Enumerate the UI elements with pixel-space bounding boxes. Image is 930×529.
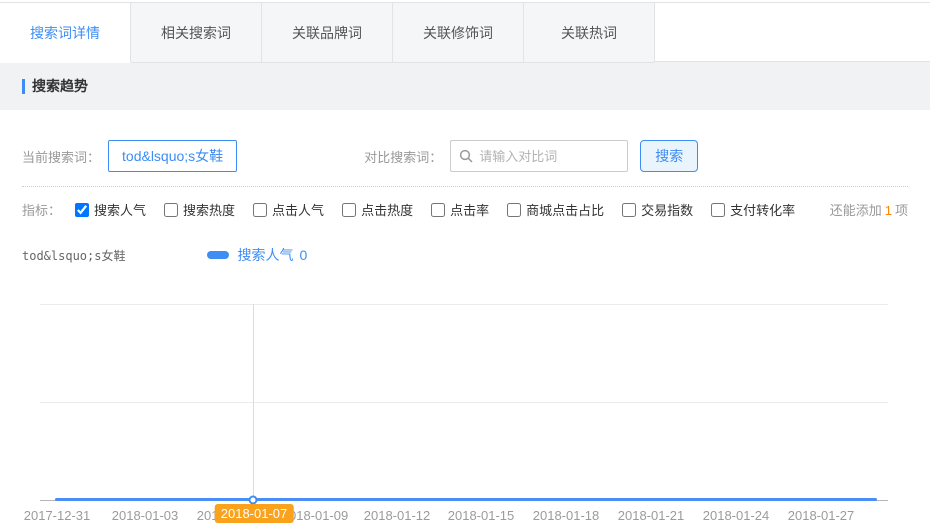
metric-option-transaction-index[interactable]: 交易指数: [622, 200, 693, 219]
tab-related-hot-terms[interactable]: 关联热词: [524, 3, 655, 63]
metric-checkbox-click-heat[interactable]: [342, 203, 356, 217]
crosshair-line: [253, 304, 254, 501]
tab-related-modifier-terms[interactable]: 关联修饰词: [393, 3, 524, 63]
metric-checkbox-click-rate[interactable]: [431, 203, 445, 217]
series-line-search-popularity: [55, 498, 877, 501]
section-title: 搜索趋势: [32, 76, 88, 96]
metric-option-label: 商城点击占比: [526, 200, 604, 219]
x-tick-label: 2018-01-18: [533, 508, 600, 523]
remaining-prefix: 还能添加: [830, 203, 882, 218]
metric-option-label: 点击热度: [361, 200, 413, 219]
section-band: 搜索趋势: [0, 62, 930, 110]
search-trend-chart: 2017-12-31 2018-01-03 2018-01-06 2018-01…: [0, 304, 930, 529]
legend-row: tod&lsquo;s女鞋 搜索人气 0: [22, 246, 908, 264]
metric-option-label: 点击人气: [272, 200, 324, 219]
tab-related-search-terms[interactable]: 相关搜索词: [131, 3, 262, 63]
legend-keyword: tod&lsquo;s女鞋: [22, 247, 125, 264]
search-icon: [459, 149, 473, 163]
current-term-chip: tod&lsquo;s女鞋: [108, 140, 237, 172]
x-tick-label: 2018-01-12: [364, 508, 431, 523]
metric-checkbox-payment-conversion[interactable]: [711, 203, 725, 217]
metric-option-click-rate[interactable]: 点击率: [431, 200, 489, 219]
gridline-top: [40, 304, 888, 305]
current-term-label: 当前搜索词：: [22, 147, 100, 166]
metric-option-mall-click-share[interactable]: 商城点击占比: [507, 200, 604, 219]
search-button[interactable]: 搜索: [640, 140, 698, 172]
metric-option-label: 支付转化率: [730, 200, 795, 219]
x-tick-label: 2018-01-03: [112, 508, 179, 523]
tab-bar: 搜索词详情 相关搜索词 关联品牌词 关联修饰词 关联热词: [0, 2, 930, 62]
gridline-middle: [40, 402, 888, 403]
metric-checkbox-click-popularity[interactable]: [253, 203, 267, 217]
metric-checkbox-transaction-index[interactable]: [622, 203, 636, 217]
dotted-divider: [22, 186, 908, 187]
x-tick-label: 2018-01-21: [618, 508, 685, 523]
metric-option-click-popularity[interactable]: 点击人气: [253, 200, 324, 219]
metric-option-search-heat[interactable]: 搜索热度: [164, 200, 235, 219]
compare-term-label: 对比搜索词：: [364, 147, 442, 166]
selected-date-label: 2018-01-07: [215, 504, 294, 523]
legend-series-value: 0: [299, 247, 307, 263]
metric-option-label: 交易指数: [641, 200, 693, 219]
chart-plot-area[interactable]: [40, 304, 888, 501]
metric-option-payment-conversion[interactable]: 支付转化率: [711, 200, 795, 219]
metric-option-search-popularity[interactable]: 搜索人气: [75, 200, 146, 219]
metrics-row: 指标： 搜索人气 搜索热度 点击人气 点击热度 点击率 商城点击占比 交易指数: [22, 200, 908, 219]
remaining-count: 1: [882, 203, 895, 218]
metric-option-label: 搜索人气: [94, 200, 146, 219]
compare-group: 对比搜索词： 搜索: [364, 140, 698, 172]
x-tick-label: 2018-01-24: [703, 508, 770, 523]
compare-input[interactable]: [479, 149, 619, 164]
metric-option-label: 搜索热度: [183, 200, 235, 219]
x-tick-label: 2018-01-27: [788, 508, 855, 523]
metric-checkbox-search-heat[interactable]: [164, 203, 178, 217]
legend-series-label: 搜索人气: [237, 245, 293, 265]
compare-input-box: [450, 140, 628, 172]
metric-checkbox-search-popularity[interactable]: [75, 203, 89, 217]
metrics-label: 指标：: [22, 200, 61, 219]
tab-related-brand-terms[interactable]: 关联品牌词: [262, 3, 393, 63]
metric-checkbox-mall-click-share[interactable]: [507, 203, 521, 217]
metric-option-label: 点击率: [450, 200, 489, 219]
x-tick-label: 2017-12-31: [24, 508, 91, 523]
tab-search-term-detail[interactable]: 搜索词详情: [0, 3, 131, 63]
tab-bar-filler: [655, 3, 930, 62]
section-title-marker: [22, 79, 25, 94]
remaining-suffix: 项: [895, 203, 908, 218]
legend-swatch: [207, 251, 229, 259]
x-tick-label: 2018-01-15: [448, 508, 515, 523]
remaining-note: 还能添加1项: [830, 200, 908, 219]
metric-option-click-heat[interactable]: 点击热度: [342, 200, 413, 219]
query-row: 当前搜索词： tod&lsquo;s女鞋 对比搜索词： 搜索: [22, 140, 908, 172]
